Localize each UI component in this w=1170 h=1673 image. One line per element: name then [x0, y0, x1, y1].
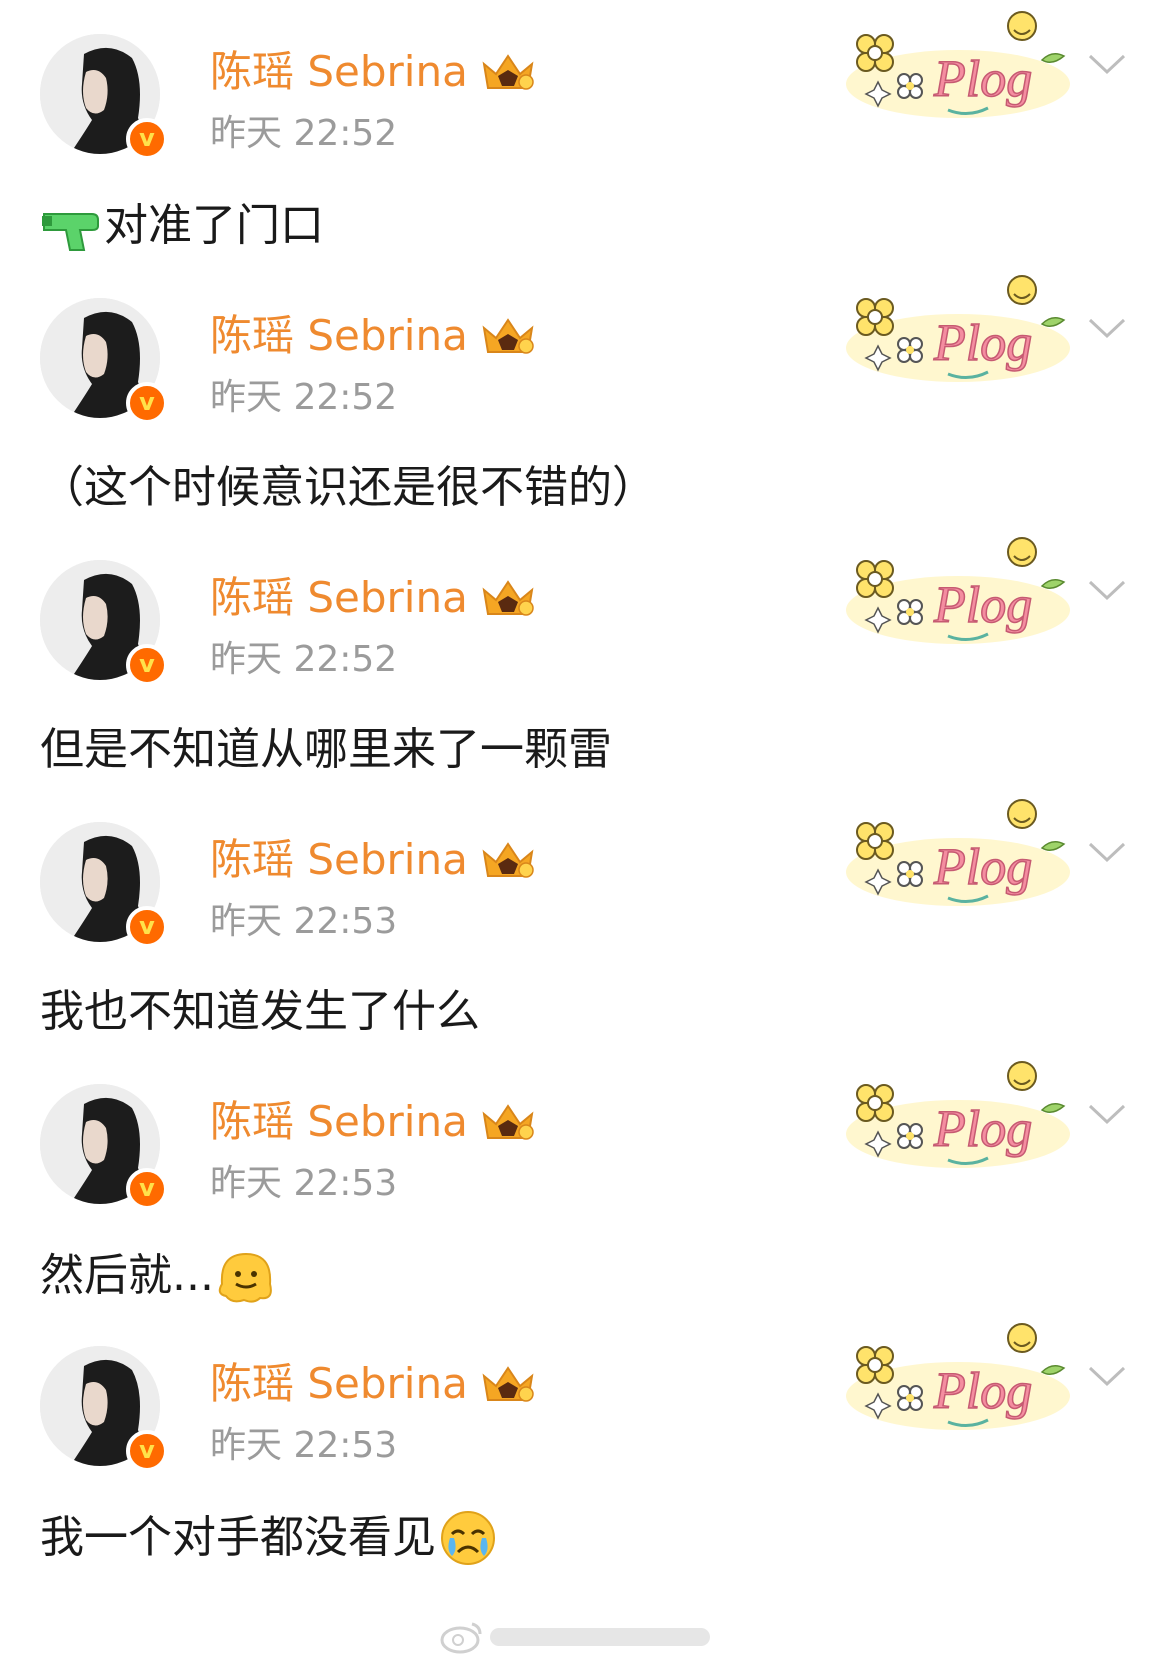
crown-vip-icon — [482, 580, 534, 616]
comment-text: 我一个对手都没看见 — [40, 1512, 436, 1563]
chevron-down-icon[interactable] — [1086, 1098, 1128, 1128]
username-row: 陈瑶 Sebrina — [210, 44, 536, 100]
timestamp: 昨天 22:52 — [210, 377, 398, 418]
plog-sticker-icon: Plog — [846, 11, 1070, 118]
crown-vip-icon — [482, 842, 534, 878]
comment-text: （这个时候意识还是很不错的） — [40, 462, 656, 513]
username[interactable]: 陈瑶 Sebrina — [210, 1094, 468, 1150]
username[interactable]: 陈瑶 Sebrina — [210, 308, 468, 364]
comment-item: v 陈瑶 Sebrina 昨天 22:53 Plog 我也不知道发生了什么 — [0, 799, 1170, 1082]
svg-text:Plog: Plog — [933, 51, 1032, 108]
crown-vip-icon — [482, 318, 534, 354]
comment-text: 然后就... — [40, 1250, 214, 1301]
comment-text: 对准了门口 — [104, 200, 324, 251]
timestamp: 昨天 22:53 — [210, 1425, 398, 1466]
verified-badge-icon: v — [126, 382, 168, 424]
chevron-down-icon[interactable] — [1086, 312, 1128, 342]
comment-item: v 陈瑶 Sebrina 昨天 22:52 Plog 对准了门口 — [0, 11, 1170, 294]
comment-item: v 陈瑶 Sebrina 昨天 22:53 Plog 然后就... — [0, 1061, 1170, 1344]
comment-item: v 陈瑶 Sebrina 昨天 22:52 Plog 但是不知道从哪里来了一颗雷 — [0, 537, 1170, 820]
comment-item: v 陈瑶 Sebrina 昨天 22:53 Plog 我一个对手都没看见 — [0, 1323, 1170, 1606]
comment-text-row: 然后就... — [40, 1244, 278, 1308]
comment-text-row: （这个时候意识还是很不错的） — [40, 458, 656, 518]
svg-text:Plog: Plog — [933, 1363, 1032, 1420]
plog-sticker-icon: Plog — [846, 275, 1070, 382]
comment-text-row: 但是不知道从哪里来了一颗雷 — [40, 720, 612, 780]
comment-text: 我也不知道发生了什么 — [40, 986, 480, 1037]
verified-badge-icon: v — [126, 1168, 168, 1210]
plog-sticker-icon: Plog — [846, 799, 1070, 906]
svg-text:Plog: Plog — [933, 1101, 1032, 1158]
melting-face-icon — [218, 1252, 272, 1303]
watermark-blurred-text-icon — [490, 1628, 710, 1646]
username-row: 陈瑶 Sebrina — [210, 1356, 536, 1412]
verified-badge-icon: v — [126, 118, 168, 160]
username-row: 陈瑶 Sebrina — [210, 308, 536, 364]
weibo-watermark — [440, 1614, 740, 1658]
plog-sticker-icon: Plog — [846, 1061, 1070, 1168]
username[interactable]: 陈瑶 Sebrina — [210, 44, 468, 100]
verified-badge-icon: v — [126, 644, 168, 686]
crying-face-icon — [441, 1511, 495, 1565]
svg-text:Plog: Plog — [933, 839, 1032, 896]
username[interactable]: 陈瑶 Sebrina — [210, 1356, 468, 1412]
comment-item: v 陈瑶 Sebrina 昨天 22:52 Plog （这个时候意识还是很不错的… — [0, 275, 1170, 558]
chevron-down-icon[interactable] — [1086, 574, 1128, 604]
username-row: 陈瑶 Sebrina — [210, 832, 536, 888]
timestamp: 昨天 22:52 — [210, 113, 398, 154]
timestamp: 昨天 22:53 — [210, 901, 398, 942]
svg-text:Plog: Plog — [933, 315, 1032, 372]
username-row: 陈瑶 Sebrina — [210, 570, 536, 626]
username[interactable]: 陈瑶 Sebrina — [210, 832, 468, 888]
weibo-logo-icon — [440, 1622, 482, 1654]
chevron-down-icon[interactable] — [1086, 836, 1128, 866]
water-pistol-icon — [42, 213, 99, 251]
comment-text-row: 对准了门口 — [40, 194, 324, 258]
crown-vip-icon — [482, 1366, 534, 1402]
chevron-down-icon[interactable] — [1086, 48, 1128, 78]
chevron-down-icon[interactable] — [1086, 1360, 1128, 1390]
crown-vip-icon — [482, 1104, 534, 1140]
comment-text: 但是不知道从哪里来了一颗雷 — [40, 724, 612, 775]
verified-badge-icon: v — [126, 906, 168, 948]
username[interactable]: 陈瑶 Sebrina — [210, 570, 468, 626]
username-row: 陈瑶 Sebrina — [210, 1094, 536, 1150]
crown-vip-icon — [482, 54, 534, 90]
comment-text-row: 我也不知道发生了什么 — [40, 982, 480, 1042]
svg-text:Plog: Plog — [933, 577, 1032, 634]
plog-sticker-icon: Plog — [846, 1323, 1070, 1430]
timestamp: 昨天 22:53 — [210, 1163, 398, 1204]
verified-badge-icon: v — [126, 1430, 168, 1472]
timestamp: 昨天 22:52 — [210, 639, 398, 680]
plog-sticker-icon: Plog — [846, 537, 1070, 644]
comment-text-row: 我一个对手都没看见 — [40, 1506, 500, 1570]
